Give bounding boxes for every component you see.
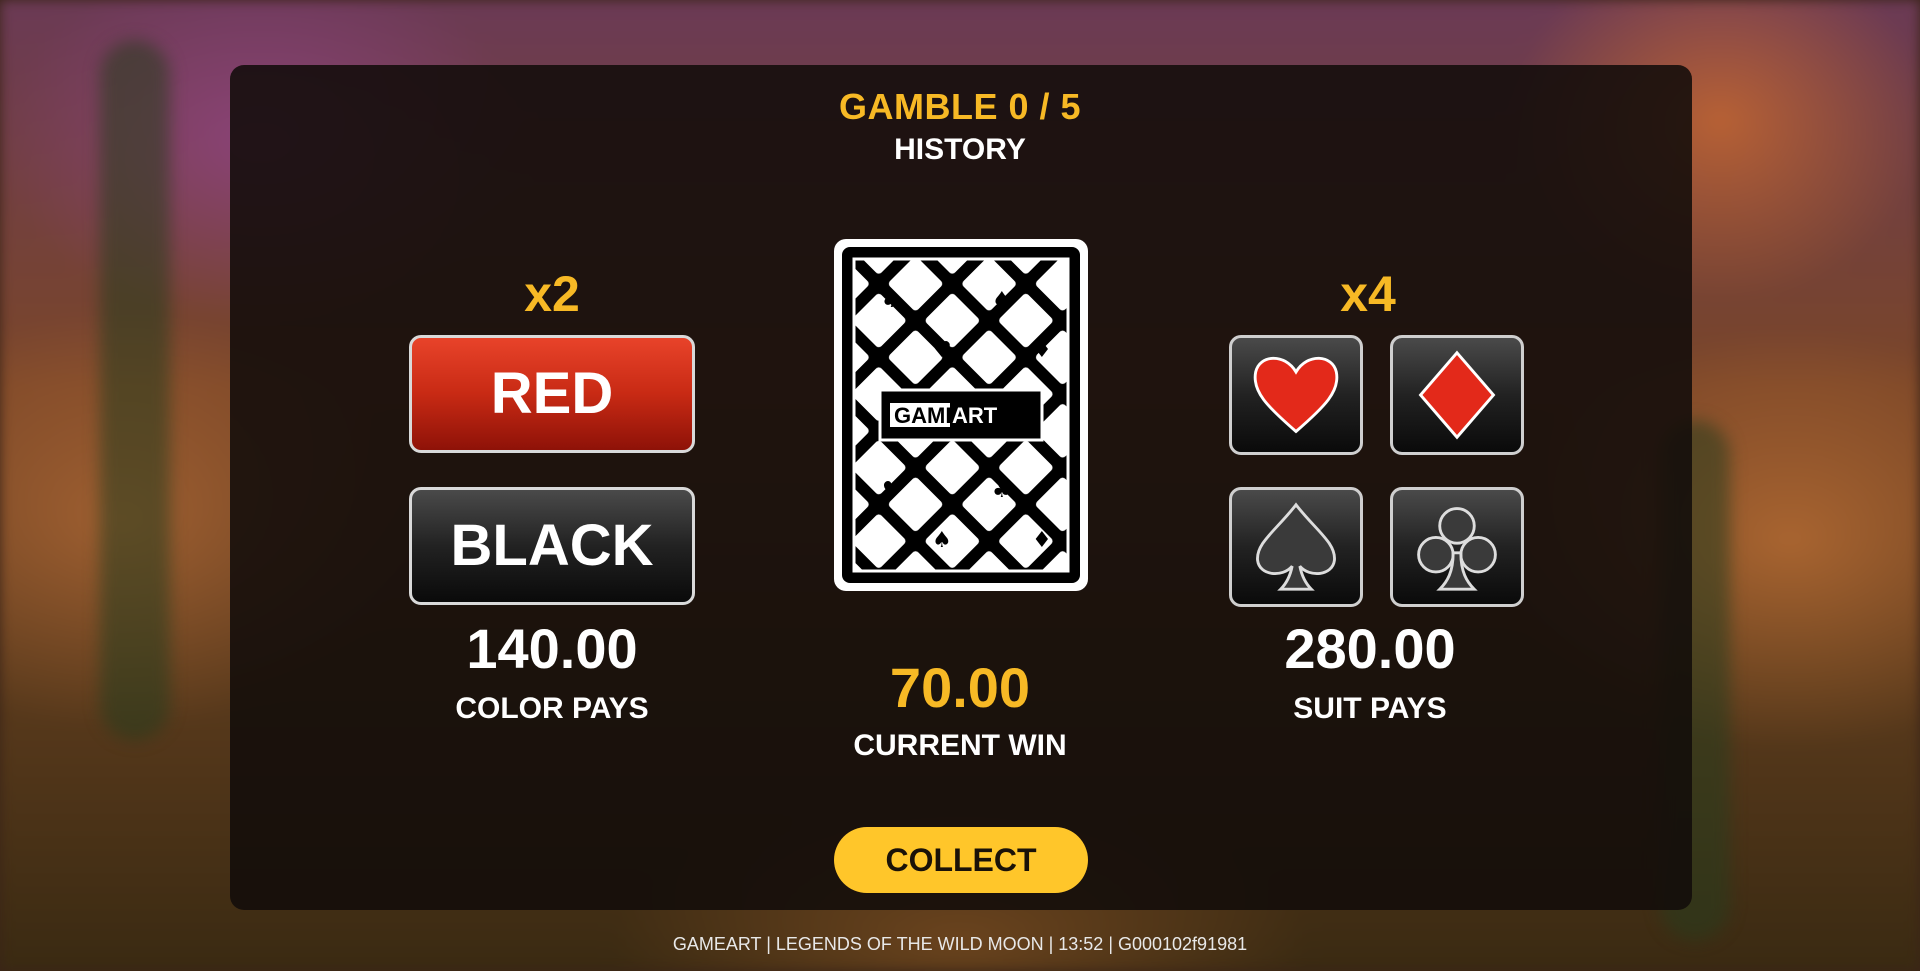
club-icon — [1417, 507, 1497, 591]
current-win-label: CURRENT WIN — [853, 729, 1067, 762]
svg-text:♦: ♦ — [1032, 338, 1052, 363]
suit-pays-amount: 280.00 — [1284, 617, 1456, 680]
svg-text:♠: ♠ — [992, 288, 1012, 313]
svg-text:♥: ♥ — [932, 338, 952, 363]
suit-pays-label: SUIT PAYS — [1293, 692, 1447, 725]
footer-info: GAMEART | LEGENDS OF THE WILD MOON | 13:… — [672, 934, 1248, 954]
suit-multiplier: x4 — [1340, 266, 1396, 322]
black-button[interactable]: BLACK — [409, 487, 695, 605]
svg-text:♣: ♣ — [992, 478, 1012, 503]
hearts-button[interactable] — [1229, 335, 1363, 455]
spades-button[interactable] — [1229, 487, 1363, 607]
collect-button[interactable]: COLLECT — [834, 827, 1088, 893]
svg-text:♠: ♠ — [932, 528, 952, 553]
history-label: HISTORY — [894, 133, 1026, 166]
color-pays-label: COLOR PAYS — [455, 692, 649, 725]
svg-text:♥: ♥ — [882, 478, 902, 503]
clubs-button[interactable] — [1390, 487, 1524, 607]
svg-text:♣: ♣ — [882, 288, 902, 313]
spade-icon — [1256, 502, 1336, 591]
diamonds-button[interactable] — [1390, 335, 1524, 455]
card-logo-part2: ART — [952, 403, 998, 428]
svg-text:♦: ♦ — [1032, 528, 1052, 553]
color-multiplier: x2 — [524, 266, 580, 322]
current-win-amount: 70.00 — [889, 656, 1031, 719]
gamble-counter: GAMBLE 0 / 5 — [838, 86, 1082, 127]
diamond-icon — [1418, 350, 1496, 440]
card-suit-pattern: ♣ ♠ ♥ ♦ ♥ ♣ ♠ ♦ GAME ART — [852, 257, 1070, 573]
heart-icon — [1253, 356, 1339, 434]
card-logo-part1: GAME — [894, 403, 960, 428]
color-pays-amount: 140.00 — [466, 617, 638, 680]
card-pattern: ♣ ♠ ♥ ♦ ♥ ♣ ♠ ♦ GAME ART — [842, 247, 1080, 583]
card-back: ♣ ♠ ♥ ♦ ♥ ♣ ♠ ♦ GAME ART — [834, 239, 1088, 591]
red-button[interactable]: RED — [409, 335, 695, 453]
